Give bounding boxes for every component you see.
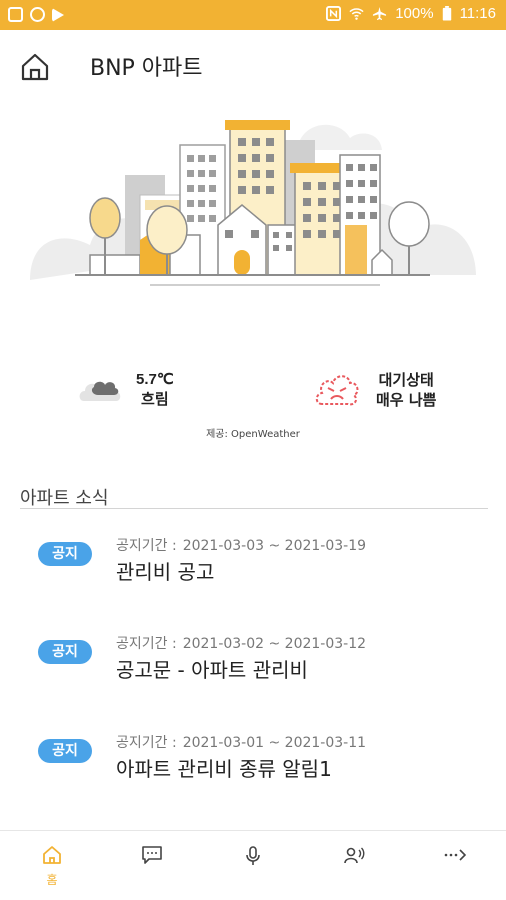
notice-item[interactable]: 공지 공지기간 : 2021-03-01 ~ 2021-03-11 아파트 관리비… (0, 727, 506, 797)
notice-title: 관리비 공고 (116, 560, 215, 584)
section-divider (20, 508, 488, 509)
status-bar: 100% 11:16 (0, 0, 506, 30)
period-label: 공지기간 : (116, 636, 177, 652)
bottom-nav: 홈 (0, 830, 506, 900)
air-label: 대기상태 (378, 371, 434, 389)
period-dates: 2021-03-03 ~ 2021-03-19 (182, 538, 367, 554)
nav-voice[interactable] (233, 845, 273, 895)
city-illustration (30, 120, 476, 286)
weather-panel: 5.7℃ 흐림 대기상태 매우 나쁨 (0, 360, 506, 430)
wifi-icon (349, 8, 364, 20)
section-title: 아파트 소식 (20, 488, 109, 509)
nav-chat[interactable] (132, 845, 172, 895)
home-icon (43, 846, 61, 864)
angry-cloud-icon (315, 375, 359, 406)
home-icon[interactable] (18, 50, 52, 84)
airplane-icon (373, 6, 387, 21)
nav-visitor[interactable] (334, 845, 374, 895)
weather-condition: 흐림 (141, 391, 169, 408)
nav-home-label: 홈 (46, 873, 58, 887)
notice-badge: 공지 (38, 542, 92, 566)
status-right: 100% 11:16 (326, 5, 496, 22)
notice-badge: 공지 (38, 640, 92, 664)
visitor-icon (344, 847, 365, 864)
period-dates: 2021-03-02 ~ 2021-03-12 (182, 636, 367, 652)
battery-percent: 100% (395, 5, 434, 22)
page-title: BNP 아파트 (90, 56, 203, 81)
period-label: 공지기간 : (116, 538, 177, 554)
notice-title: 공고문 - 아파트 관리비 (116, 658, 308, 682)
clock: 11:16 (459, 5, 496, 22)
weather-provider: 제공: OpenWeather (206, 429, 300, 440)
notice-period: 공지기간 : 2021-03-02 ~ 2021-03-12 (116, 633, 366, 653)
notice-period: 공지기간 : 2021-03-01 ~ 2021-03-11 (116, 732, 366, 752)
notice-item[interactable]: 공지 공지기간 : 2021-03-02 ~ 2021-03-12 공고문 - 아… (0, 628, 506, 698)
notice-item[interactable]: 공지 공지기간 : 2021-03-03 ~ 2021-03-19 관리비 공고 (0, 530, 506, 600)
weather-current: 5.7℃ 흐림 (78, 370, 174, 410)
data-saver-icon (30, 7, 45, 22)
notice-title: 아파트 관리비 종류 알림1 (116, 757, 332, 781)
period-dates: 2021-03-01 ~ 2021-03-11 (182, 735, 367, 751)
more-icon (444, 849, 467, 861)
chat-icon (142, 846, 162, 864)
period-label: 공지기간 : (116, 735, 177, 751)
cloud-icon (79, 381, 121, 401)
temperature: 5.7℃ (136, 371, 174, 388)
weather-text: 5.7℃ 흐림 (136, 370, 174, 410)
screenshot-icon (8, 7, 23, 22)
nav-home[interactable]: 홈 (32, 845, 72, 895)
air-status: 매우 나쁨 (376, 391, 437, 409)
air-text: 대기상태 매우 나쁨 (376, 370, 436, 410)
microphone-icon (246, 846, 260, 865)
air-quality: 대기상태 매우 나쁨 (314, 368, 436, 412)
notice-badge: 공지 (38, 739, 92, 763)
app-header: BNP 아파트 (0, 30, 506, 102)
battery-icon (442, 6, 451, 21)
nav-more[interactable] (435, 845, 475, 895)
notice-period: 공지기간 : 2021-03-03 ~ 2021-03-19 (116, 535, 366, 555)
nfc-icon (326, 6, 342, 21)
status-left-icons (8, 7, 64, 22)
play-store-icon (52, 8, 64, 22)
